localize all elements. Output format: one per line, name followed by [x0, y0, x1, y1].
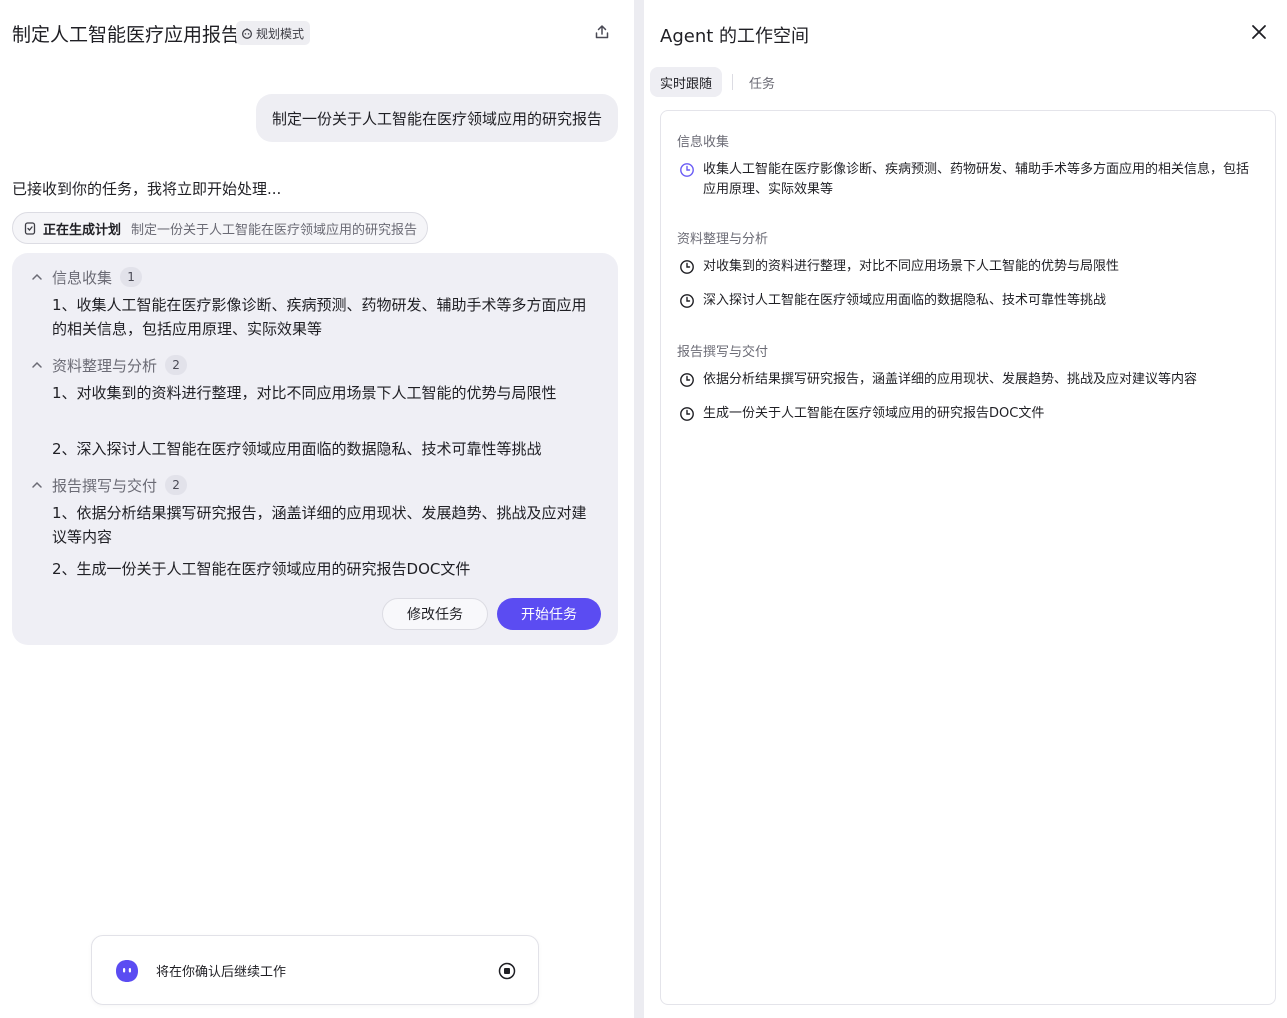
status-text: 将在你确认后继续工作	[156, 965, 287, 980]
assistant-ack-text: 已接收到你的任务，我将立即开始处理...	[12, 180, 282, 198]
plan-item: 1、依据分析结果撰写研究报告，涵盖详细的应用现状、发展趋势、挑战及应对建议等内容	[52, 504, 587, 546]
page-title: 制定人工智能医疗应用报告	[12, 24, 241, 46]
plan-item: 2、深入探讨人工智能在医疗领域应用面临的数据隐私、技术可靠性等挑战	[52, 440, 542, 458]
ws-section-title: 信息收集	[677, 135, 730, 150]
chevron-up-icon	[32, 361, 42, 368]
plan-item: 1、收集人工智能在医疗影像诊断、疾病预测、药物研发、辅助手术等多方面应用的相关信…	[52, 296, 587, 338]
mode-label: 规划模式	[256, 26, 305, 41]
tab-tasks[interactable]: 任务	[739, 67, 785, 97]
bot-avatar-icon	[116, 960, 138, 982]
start-task-button[interactable]: 开始任务	[497, 598, 601, 630]
clock-icon	[680, 294, 694, 308]
workspace-task-list: 信息收集 收集人工智能在医疗影像诊断、疾病预测、药物研发、辅助手术等多方面应用的…	[660, 110, 1276, 1005]
plan-status-label: 正在生成计划	[43, 222, 122, 238]
tab-divider	[732, 74, 733, 90]
ws-task-item: 深入探讨人工智能在医疗领域应用面临的数据隐私、技术可靠性等挑战	[679, 291, 1249, 311]
clock-icon	[680, 407, 694, 421]
ws-task-text: 深入探讨人工智能在医疗领域应用面临的数据隐私、技术可靠性等挑战	[703, 293, 1107, 308]
ws-section-title: 资料整理与分析	[677, 232, 769, 247]
planning-mode-badge[interactable]: 规划模式	[236, 21, 311, 45]
plan-section-count: 2	[165, 475, 188, 495]
clipboard-check-icon	[24, 222, 36, 235]
plan-card: 信息收集 1 1、收集人工智能在医疗影像诊断、疾病预测、药物研发、辅助手术等多方…	[12, 253, 618, 645]
plan-section-header[interactable]: 信息收集 1	[30, 265, 143, 289]
close-icon[interactable]	[1249, 22, 1269, 42]
plan-item: 1、对收集到的资料进行整理，对比不同应用场景下人工智能的优势与局限性	[52, 384, 557, 402]
share-button[interactable]	[590, 20, 614, 44]
plan-section-title: 信息收集	[52, 268, 113, 287]
clock-icon	[680, 163, 694, 177]
ws-task-item: 对收集到的资料进行整理，对比不同应用场景下人工智能的优势与局限性	[679, 257, 1249, 277]
plan-section-header[interactable]: 报告撰写与交付 2	[30, 473, 188, 497]
chat-panel: 制定人工智能医疗应用报告 规划模式 制定一份关于人工智能在医疗领域应用的研究报告…	[0, 0, 634, 1018]
share-icon	[595, 25, 609, 39]
modify-task-button[interactable]: 修改任务	[382, 598, 488, 630]
status-bar: 将在你确认后继续工作	[91, 935, 539, 1005]
plan-section-title: 资料整理与分析	[52, 356, 158, 375]
chevron-up-icon	[32, 273, 42, 280]
plan-section-count: 2	[165, 355, 188, 375]
clock-icon	[680, 260, 694, 274]
ws-task-item: 依据分析结果撰写研究报告，涵盖详细的应用现状、发展趋势、挑战及应对建议等内容	[679, 370, 1249, 390]
ws-task-text: 对收集到的资料进行整理，对比不同应用场景下人工智能的优势与局限性	[703, 259, 1120, 274]
plan-status-subtitle: 制定一份关于人工智能在医疗领域应用的研究报告	[131, 222, 418, 238]
ws-section-title: 报告撰写与交付	[677, 345, 769, 360]
plan-status-pill[interactable]: 正在生成计划 制定一份关于人工智能在医疗领域应用的研究报告	[12, 212, 429, 244]
workspace-panel: Agent 的工作空间 实时跟随 任务 信息收集 收集人工智能在医疗影像诊断、疾…	[644, 0, 1287, 1018]
ws-task-text: 收集人工智能在医疗影像诊断、疾病预测、药物研发、辅助手术等多方面应用的相关信息，…	[703, 162, 1250, 197]
workspace-title: Agent 的工作空间	[660, 26, 810, 47]
stop-icon[interactable]	[496, 960, 518, 982]
plan-section-title: 报告撰写与交付	[52, 476, 158, 495]
plan-item: 2、生成一份关于人工智能在医疗领域应用的研究报告DOC文件	[52, 560, 471, 578]
user-message-bubble: 制定一份关于人工智能在医疗领域应用的研究报告	[255, 94, 618, 142]
ws-task-item: 收集人工智能在医疗影像诊断、疾病预测、药物研发、辅助手术等多方面应用的相关信息，…	[679, 160, 1249, 200]
plan-section-count: 1	[120, 267, 143, 287]
ws-task-text: 生成一份关于人工智能在医疗领域应用的研究报告DOC文件	[703, 406, 1045, 421]
tab-live-follow[interactable]: 实时跟随	[650, 67, 723, 97]
plan-section-header[interactable]: 资料整理与分析 2	[30, 353, 188, 377]
bot-mode-icon	[242, 28, 252, 39]
ws-task-text: 依据分析结果撰写研究报告，涵盖详细的应用现状、发展趋势、挑战及应对建议等内容	[703, 372, 1198, 387]
clock-icon	[680, 373, 694, 387]
ws-task-item: 生成一份关于人工智能在医疗领域应用的研究报告DOC文件	[679, 404, 1249, 424]
chevron-up-icon	[32, 481, 42, 488]
